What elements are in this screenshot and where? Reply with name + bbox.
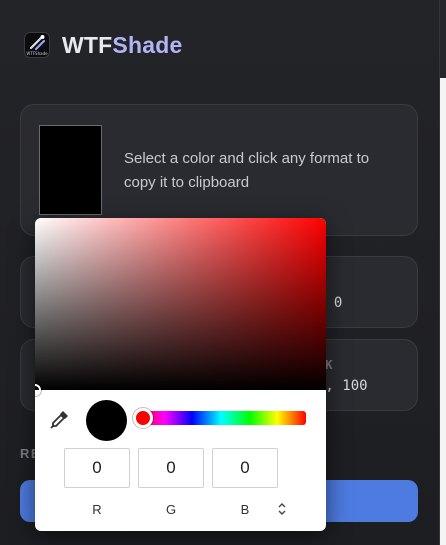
app-title-wtf: WTF — [62, 31, 113, 58]
blue-value: 0 — [240, 458, 250, 477]
green-channel-input[interactable]: 0 — [138, 448, 204, 488]
color-picker-popover: 0 0 0 R G B — [35, 218, 326, 531]
logo-caption: WTFShade — [26, 51, 48, 56]
saturation-area[interactable] — [35, 218, 326, 390]
color-swatch[interactable] — [39, 125, 102, 215]
background-page-edge — [440, 0, 446, 545]
app-title-shade: Shade — [112, 31, 183, 58]
red-channel-label: R — [92, 502, 102, 517]
color-preview-card: Select a color and click any format to c… — [20, 104, 418, 236]
extension-popup: WTFShade WTFShade Select a color and cli… — [0, 0, 440, 545]
copy-hint-text: Select a color and click any format to c… — [124, 150, 370, 191]
green-channel-label: G — [165, 502, 177, 517]
eyedropper-icon[interactable] — [49, 408, 71, 430]
red-value: 0 — [92, 458, 102, 477]
app-logo: WTFShade — [24, 32, 50, 58]
app-header: WTFShade WTFShade — [24, 28, 182, 62]
up-down-chevron-icon[interactable] — [275, 500, 289, 518]
paint-brush-icon — [29, 35, 46, 51]
red-channel-input[interactable]: 0 — [64, 448, 130, 488]
green-value: 0 — [166, 458, 176, 477]
hue-slider[interactable] — [136, 411, 306, 425]
blue-channel-input[interactable]: 0 — [212, 448, 278, 488]
blue-channel-label: B — [240, 502, 250, 517]
app-title: WTFShade — [62, 32, 182, 59]
hue-slider-handle[interactable] — [133, 408, 153, 428]
current-color-dot — [86, 400, 127, 441]
background-page-shade — [440, 0, 446, 78]
